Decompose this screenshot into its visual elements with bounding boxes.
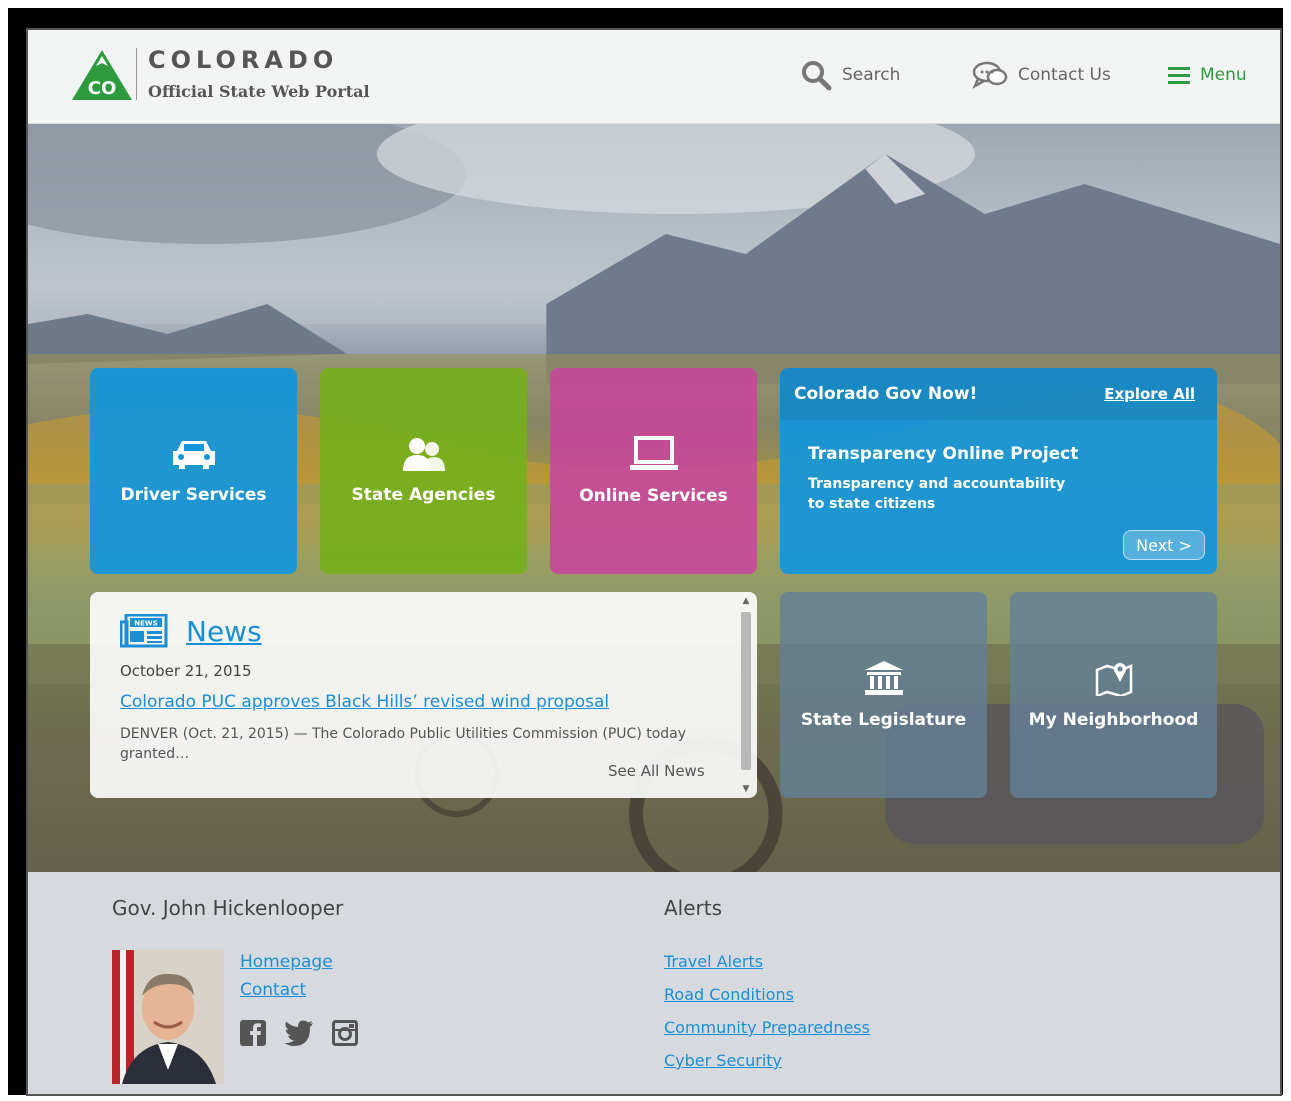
newspaper-icon: NEWS xyxy=(120,614,168,648)
chat-icon xyxy=(972,61,1008,89)
news-scrollbar[interactable]: ▲ ▼ xyxy=(739,596,753,794)
people-icon xyxy=(402,438,445,471)
footer: Gov. John Hickenlooper Homepage Contact … xyxy=(28,872,1280,1094)
menu-label: Menu xyxy=(1200,65,1247,85)
instagram-icon[interactable] xyxy=(332,1020,358,1046)
scroll-up-icon[interactable]: ▲ xyxy=(741,596,751,606)
alerts-title: Alerts xyxy=(664,896,723,920)
alert-link-road-conditions[interactable]: Road Conditions xyxy=(664,985,870,1004)
logo-divider xyxy=(136,48,137,100)
capitol-icon xyxy=(864,661,903,695)
site-header: CO COLORADO Official State Web Portal Se… xyxy=(28,30,1280,124)
screen-frame: CO COLORADO Official State Web Portal Se… xyxy=(8,8,1283,1096)
logo-subtitle[interactable]: Official State Web Portal xyxy=(148,82,370,101)
driver-services-tile[interactable]: Driver Services xyxy=(90,368,297,574)
colorado-logo-icon[interactable]: CO xyxy=(72,50,132,100)
alert-link-cyber-security[interactable]: Cyber Security xyxy=(664,1051,870,1070)
logo-title[interactable]: COLORADO xyxy=(148,46,338,74)
governor-contact-link[interactable]: Contact xyxy=(240,980,333,1000)
news-date: October 21, 2015 xyxy=(120,662,252,680)
explore-all-link[interactable]: Explore All xyxy=(1104,385,1195,403)
news-headline-link[interactable]: Colorado PUC approves Black Hills’ revis… xyxy=(120,692,609,712)
search-icon xyxy=(802,61,832,91)
facebook-icon[interactable] xyxy=(240,1020,266,1046)
news-panel: NEWS News October 21, 2015 Colorado PUC … xyxy=(90,592,757,798)
governor-photo xyxy=(112,950,224,1084)
gov-now-panel: Colorado Gov Now! Explore All Transparen… xyxy=(780,368,1217,574)
next-button[interactable]: Next > xyxy=(1123,530,1205,560)
state-agencies-tile[interactable]: State Agencies xyxy=(320,368,527,574)
alert-link-travel[interactable]: Travel Alerts xyxy=(664,952,870,971)
gov-now-headline[interactable]: Transparency Online Project xyxy=(808,444,1189,464)
contact-label: Contact Us xyxy=(1018,65,1111,85)
online-services-tile[interactable]: Online Services xyxy=(550,368,757,574)
news-excerpt: DENVER (Oct. 21, 2015) — The Colorado Pu… xyxy=(120,726,687,762)
laptop-icon xyxy=(629,436,678,470)
governor-homepage-link[interactable]: Homepage xyxy=(240,952,333,972)
newspaper-icon-text: NEWS xyxy=(134,620,157,628)
menu-button[interactable]: Menu xyxy=(1168,60,1247,90)
scroll-down-icon[interactable]: ▼ xyxy=(741,784,751,794)
state-legislature-label: State Legislature xyxy=(800,710,967,730)
car-icon xyxy=(172,441,215,469)
driver-services-label: Driver Services xyxy=(120,485,267,505)
gov-now-text: Transparency and accountability to state… xyxy=(808,476,1066,512)
page: CO COLORADO Official State Web Portal Se… xyxy=(26,28,1282,1096)
hamburger-icon xyxy=(1168,67,1190,84)
see-all-news-link[interactable]: See All News xyxy=(608,762,705,780)
logo-badge: CO xyxy=(88,78,117,99)
news-title-link[interactable]: News xyxy=(186,615,262,648)
search-link[interactable]: Search xyxy=(800,60,901,91)
gov-now-slide[interactable]: Transparency Online Project Transparency… xyxy=(780,420,1217,538)
governor-title: Gov. John Hickenlooper xyxy=(112,896,344,920)
governor-portrait-image xyxy=(112,950,224,1084)
gov-now-title: Colorado Gov Now! xyxy=(794,384,978,404)
governor-links: Homepage Contact xyxy=(240,952,333,1000)
map-pin-icon xyxy=(1095,663,1132,696)
contact-link[interactable]: Contact Us xyxy=(972,60,1111,90)
news-header: NEWS News xyxy=(120,614,262,648)
state-legislature-tile[interactable]: State Legislature xyxy=(780,592,987,798)
state-agencies-label: State Agencies xyxy=(351,485,496,505)
scroll-thumb[interactable] xyxy=(741,612,751,770)
twitter-icon[interactable] xyxy=(284,1020,314,1046)
social-links xyxy=(240,1020,358,1046)
my-neighborhood-tile[interactable]: My Neighborhood xyxy=(1010,592,1217,798)
hero-background: Driver Services State Agencies Online Se… xyxy=(28,124,1280,872)
alerts-list: Travel Alerts Road Conditions Community … xyxy=(664,952,870,1070)
online-services-label: Online Services xyxy=(579,486,728,506)
search-label: Search xyxy=(842,65,901,85)
gov-now-header: Colorado Gov Now! Explore All xyxy=(780,368,1217,420)
my-neighborhood-label: My Neighborhood xyxy=(1028,710,1199,730)
alert-link-community-preparedness[interactable]: Community Preparedness xyxy=(664,1018,870,1037)
